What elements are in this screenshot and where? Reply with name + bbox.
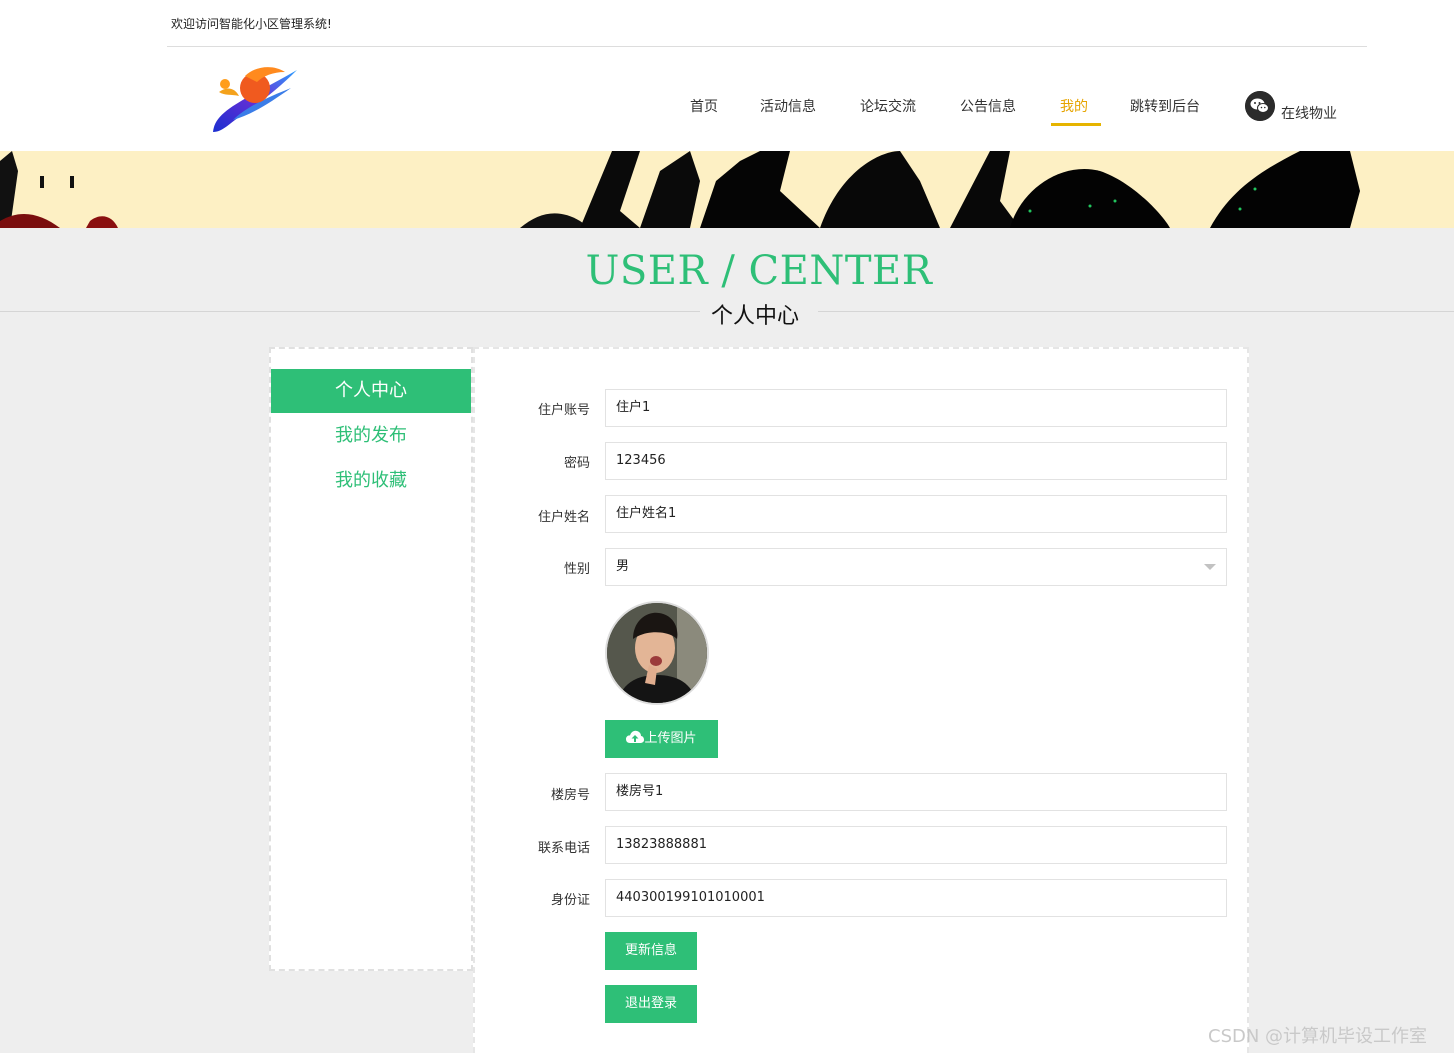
name-label: 住户姓名 (537, 510, 590, 525)
gender-label: 性别 (563, 562, 590, 577)
id-card-label: 身份证 (550, 893, 590, 908)
nav-activities[interactable]: 活动信息 (760, 96, 816, 116)
nav-active-indicator (1051, 123, 1101, 126)
site-logo[interactable] (205, 62, 301, 138)
sidebar-item-my-favorites[interactable]: 我的收藏 (271, 459, 471, 503)
phone-label: 联系电话 (537, 841, 590, 856)
nav-mine[interactable]: 我的 (1060, 96, 1088, 116)
top-header: 欢迎访问智能化小区管理系统! 首页 活动信息 论坛交流 公告信息 我的 跳转到后… (0, 0, 1454, 151)
avatar (605, 601, 709, 705)
cloud-upload-icon (626, 730, 645, 743)
chevron-down-icon (1204, 564, 1216, 570)
name-input[interactable]: 住户姓名1 (605, 495, 1227, 533)
nav-admin[interactable]: 跳转到后台 (1130, 96, 1200, 116)
sidebar-item-my-posts[interactable]: 我的发布 (271, 414, 471, 458)
password-input[interactable]: 123456 (605, 442, 1227, 480)
sidebar: 个人中心 我的发布 我的收藏 (269, 347, 473, 971)
building-input[interactable]: 楼房号1 (605, 773, 1227, 811)
sidebar-item-profile[interactable]: 个人中心 (271, 369, 471, 413)
phone-input[interactable]: 13823888881 (605, 826, 1227, 864)
nav-announcements[interactable]: 公告信息 (960, 96, 1016, 116)
watermark-text: CSDN @计算机毕设工作室 (1208, 1026, 1428, 1047)
logout-button[interactable]: 退出登录 (605, 985, 697, 1023)
password-label: 密码 (563, 456, 590, 471)
page-title-cn: 个人中心 (711, 304, 800, 329)
id-card-input[interactable]: 440300199101010001 (605, 879, 1227, 917)
nav-forum[interactable]: 论坛交流 (860, 96, 916, 116)
building-label: 楼房号 (550, 788, 590, 803)
page-title-en: USER / CENTER (585, 248, 933, 294)
avatar-photo (607, 603, 707, 703)
gender-select[interactable]: 男 (605, 548, 1227, 586)
welcome-text: 欢迎访问智能化小区管理系统! (171, 17, 332, 31)
upload-image-button[interactable]: 上传图片 (605, 720, 718, 758)
online-service-link[interactable]: 在线物业 (1281, 103, 1337, 123)
wechat-icon[interactable] (1245, 91, 1275, 121)
upload-image-label: 上传图片 (644, 731, 697, 746)
crowd-silhouette-image (0, 151, 1454, 228)
nav-home[interactable]: 首页 (690, 96, 718, 116)
account-input[interactable]: 住户1 (605, 389, 1227, 427)
header-divider (167, 46, 1367, 47)
update-info-button[interactable]: 更新信息 (605, 932, 697, 970)
banner-image (0, 151, 1454, 228)
account-label: 住户账号 (537, 403, 590, 418)
